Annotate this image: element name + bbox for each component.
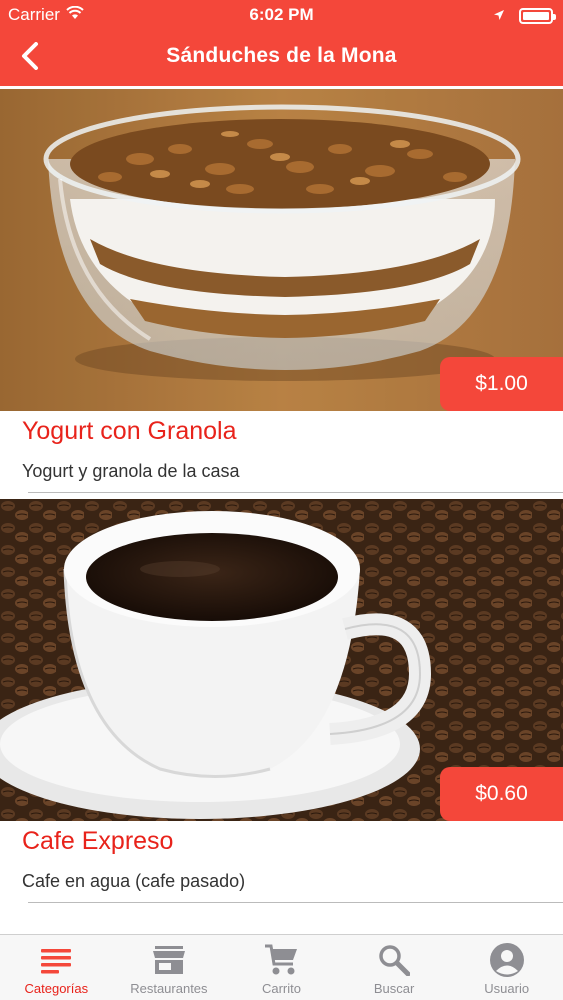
- tab-usuario[interactable]: Usuario: [450, 935, 563, 1000]
- tab-label: Carrito: [261, 981, 301, 996]
- store-icon: [152, 939, 186, 981]
- tab-carrito[interactable]: Carrito: [225, 935, 338, 1000]
- location-arrow-icon: [493, 6, 505, 26]
- price-badge[interactable]: $0.60: [440, 767, 563, 821]
- cart-icon: [264, 939, 298, 981]
- page-title: Sánduches de la Mona: [166, 44, 397, 67]
- status-right: [493, 6, 556, 26]
- tab-categorias[interactable]: Categorías: [0, 935, 113, 1000]
- list-icon: [40, 939, 72, 981]
- tab-label: Usuario: [484, 981, 530, 996]
- chevron-left-icon: [21, 41, 39, 75]
- back-button[interactable]: [10, 36, 50, 80]
- divider: [28, 902, 563, 903]
- battery-icon: [519, 8, 556, 24]
- tab-label: Categorías: [24, 981, 89, 996]
- product-description: Cafe en agua (cafe pasado): [22, 871, 246, 891]
- status-time: 6:02 PM: [249, 5, 314, 24]
- product-description: Yogurt y granola de la casa: [22, 461, 240, 481]
- tab-bar: Categorías Restaurantes Carrito Buscar U…: [0, 934, 563, 1000]
- product-card[interactable]: $0.60 Cafe Expreso Cafe en agua (cafe pa…: [0, 499, 563, 909]
- product-name[interactable]: Yogurt con Granola: [22, 417, 237, 446]
- tab-label: Restaurantes: [130, 981, 208, 996]
- nav-bar: Sánduches de la Mona: [0, 30, 563, 86]
- product-card[interactable]: $1.00 Yogurt con Granola Yogurt y granol…: [0, 89, 563, 499]
- header: Carrier 6:02 PM Sánduches de la Mona: [0, 0, 563, 89]
- product-list[interactable]: $1.00 Yogurt con Granola Yogurt y granol…: [0, 89, 563, 934]
- tab-label: Buscar: [373, 981, 415, 996]
- tab-restaurantes[interactable]: Restaurantes: [113, 935, 226, 1000]
- product-name[interactable]: Cafe Expreso: [22, 827, 173, 856]
- divider: [28, 492, 563, 493]
- price-badge[interactable]: $1.00: [440, 357, 563, 411]
- tab-buscar[interactable]: Buscar: [338, 935, 451, 1000]
- search-icon: [378, 939, 411, 981]
- user-icon: [489, 939, 525, 981]
- status-bar: Carrier 6:02 PM: [0, 0, 563, 30]
